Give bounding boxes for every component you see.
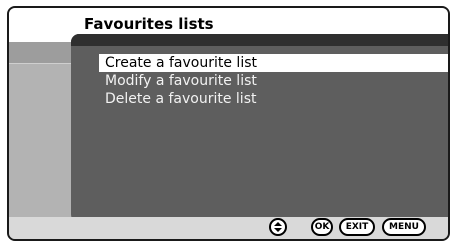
up-down-nav-icon xyxy=(269,218,287,236)
button-hint-bar: OK EXIT MENU xyxy=(9,217,448,239)
left-panel xyxy=(9,63,71,224)
page-title: Favourites lists xyxy=(84,15,214,33)
menu-panel: Create a favourite list Modify a favouri… xyxy=(71,34,448,222)
menu-list: Create a favourite list Modify a favouri… xyxy=(99,54,448,108)
menu-item-create[interactable]: Create a favourite list xyxy=(99,54,448,72)
ok-button-icon: OK xyxy=(311,218,333,236)
menu-item-modify[interactable]: Modify a favourite list xyxy=(99,72,448,90)
exit-button-icon: EXIT xyxy=(339,218,375,236)
tv-menu-screen: Favourites lists Create a favourite list… xyxy=(7,6,450,241)
menu-item-delete[interactable]: Delete a favourite list xyxy=(99,90,448,108)
menu-panel-header xyxy=(71,34,448,46)
menu-button-icon: MENU xyxy=(382,218,426,236)
